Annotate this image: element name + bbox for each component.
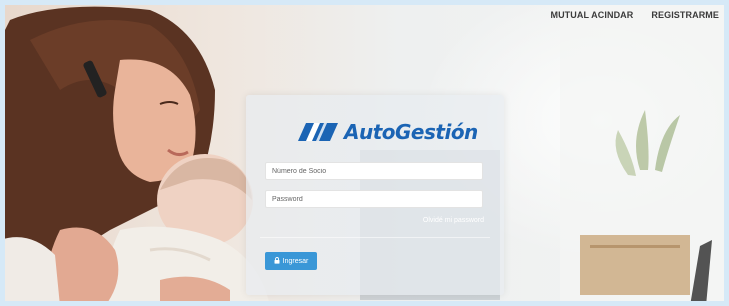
login-button-label: Ingresar <box>282 257 309 265</box>
lock-icon <box>274 256 280 266</box>
forgot-password-link[interactable]: Olvidé mi password <box>423 217 484 224</box>
top-navigation: MUTUAL ACINDAR REGISTRARME <box>550 10 719 20</box>
login-panel: AutoGestión Olvidé mi password Ingresar <box>246 95 504 295</box>
nav-link-mutual-acindar[interactable]: MUTUAL ACINDAR <box>550 10 633 20</box>
form-divider <box>260 237 490 238</box>
password-input[interactable] <box>265 190 483 208</box>
nav-link-register[interactable]: REGISTRARME <box>651 10 719 20</box>
autogestion-logo: AutoGestión <box>298 119 478 145</box>
login-button[interactable]: Ingresar <box>265 252 317 270</box>
member-number-input[interactable] <box>265 162 483 180</box>
logo-text: AutoGestión <box>344 120 478 144</box>
logo-mark-icon <box>298 123 338 141</box>
